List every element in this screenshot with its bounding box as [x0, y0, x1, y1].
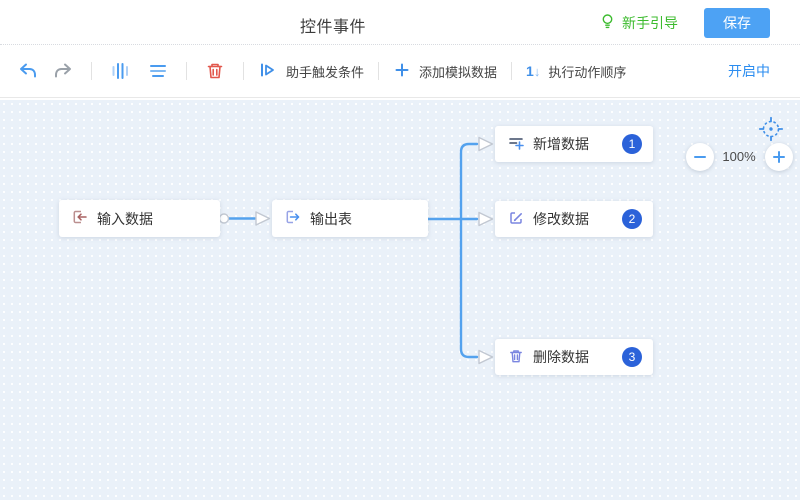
node-label: 删除数据: [533, 347, 589, 367]
status-badge[interactable]: 开启中: [728, 61, 770, 81]
action-order-button[interactable]: 1↓ 执行动作顺序: [526, 62, 626, 81]
node-input-data[interactable]: 输入数据: [59, 200, 220, 237]
trash-icon: [508, 348, 524, 367]
redo-button[interactable]: [49, 57, 77, 85]
node-label: 输出表: [310, 209, 352, 229]
crosshair-icon: [758, 116, 784, 142]
add-mock-data-label: 添加模拟数据: [419, 62, 497, 81]
import-icon: [72, 209, 88, 228]
node-output-table[interactable]: 输出表: [272, 200, 428, 237]
node-label: 新增数据: [533, 134, 589, 154]
node-label: 输入数据: [97, 209, 153, 229]
node-modify-data[interactable]: 修改数据 2: [495, 201, 653, 237]
redo-icon: [53, 61, 73, 81]
trigger-condition-button[interactable]: 助手触发条件: [258, 60, 364, 83]
toolbar-divider: [378, 62, 379, 80]
zoom-level: 100%: [714, 149, 764, 164]
node-delete-data[interactable]: 删除数据 3: [495, 339, 653, 375]
undo-button[interactable]: [14, 57, 42, 85]
flow-canvas[interactable]: 输入数据 输出表: [0, 100, 800, 500]
beginner-guide-link[interactable]: 新手引导: [599, 13, 678, 33]
undo-icon: [18, 61, 38, 81]
delete-button[interactable]: [201, 57, 229, 85]
plus-icon: [771, 149, 787, 165]
play-bar-icon: [258, 60, 278, 83]
action-order-label: 执行动作顺序: [548, 62, 626, 81]
node-add-data[interactable]: 新增数据 1: [495, 126, 653, 162]
fit-view-button[interactable]: [757, 115, 785, 143]
align-horizontal-button[interactable]: [106, 57, 134, 85]
align-horizontal-icon: [110, 61, 130, 81]
toolbar-divider: [186, 62, 187, 80]
page-title: 控件事件: [300, 13, 366, 37]
align-vertical-icon: [148, 61, 168, 81]
toolbar-divider: [243, 62, 244, 80]
flow-edges: [0, 100, 800, 500]
order-badge: 1: [622, 134, 642, 154]
export-icon: [285, 209, 301, 228]
edit-icon: [508, 210, 524, 229]
zoom-in-button[interactable]: [765, 143, 793, 171]
add-mock-data-button[interactable]: 添加模拟数据: [393, 61, 497, 82]
beginner-guide-label: 新手引导: [622, 13, 678, 33]
header-actions: 新手引导 保存: [599, 0, 770, 45]
order-badge: 3: [622, 347, 642, 367]
toolbar-divider: [91, 62, 92, 80]
add-row-icon: [508, 135, 524, 154]
toolbar: 助手触发条件 添加模拟数据 1↓ 执行动作顺序 开启中: [0, 45, 800, 98]
minus-icon: [692, 149, 708, 165]
order-number-icon: 1↓: [526, 63, 540, 79]
trash-icon: [205, 61, 225, 81]
trigger-condition-label: 助手触发条件: [286, 62, 364, 81]
plus-icon: [393, 61, 411, 82]
toolbar-divider: [511, 62, 512, 80]
save-button[interactable]: 保存: [704, 8, 770, 38]
align-vertical-button[interactable]: [144, 57, 172, 85]
zoom-out-button[interactable]: [686, 143, 714, 171]
app-window: 控件事件 新手引导 保存: [0, 0, 800, 500]
header: 控件事件 新手引导 保存: [0, 0, 800, 45]
order-badge: 2: [622, 209, 642, 229]
node-label: 修改数据: [533, 209, 589, 229]
bulb-icon: [599, 13, 616, 33]
